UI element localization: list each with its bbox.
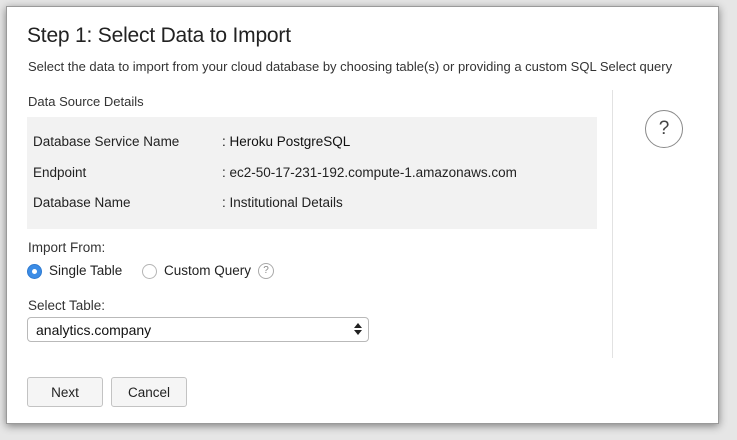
detail-value: : Heroku PostgreSQL — [222, 134, 351, 149]
import-from-label: Import From: — [28, 240, 106, 255]
cancel-button[interactable]: Cancel — [111, 377, 187, 407]
detail-label: Database Service Name — [33, 134, 180, 149]
single-table-radio[interactable] — [27, 264, 42, 279]
select-table-value: analytics.company — [36, 322, 152, 338]
chevron-updown-icon — [354, 321, 362, 337]
data-source-details-panel: Database Service Name : Heroku PostgreSQ… — [27, 117, 597, 229]
custom-query-label[interactable]: Custom Query — [164, 263, 251, 278]
import-dialog: Step 1: Select Data to Import Select the… — [6, 6, 719, 424]
detail-value: : ec2-50-17-231-192.compute-1.amazonaws.… — [222, 165, 517, 180]
single-table-label[interactable]: Single Table — [49, 263, 122, 278]
question-mark-icon[interactable]: ? — [645, 110, 683, 148]
select-table-dropdown[interactable]: analytics.company — [27, 317, 369, 342]
import-from-radio-group: Single Table Custom Query ? — [27, 261, 327, 283]
detail-label: Database Name — [33, 195, 131, 210]
next-button[interactable]: Next — [27, 377, 103, 407]
select-table-label: Select Table: — [28, 298, 106, 313]
data-source-section-label: Data Source Details — [28, 94, 144, 109]
custom-query-radio[interactable] — [142, 264, 157, 279]
custom-query-help-icon[interactable]: ? — [258, 263, 274, 279]
detail-label: Endpoint — [33, 165, 87, 180]
dialog-title: Step 1: Select Data to Import — [27, 24, 291, 47]
panel-divider — [612, 90, 613, 358]
detail-value: : Institutional Details — [222, 195, 343, 210]
dialog-subtitle: Select the data to import from your clou… — [28, 59, 673, 74]
